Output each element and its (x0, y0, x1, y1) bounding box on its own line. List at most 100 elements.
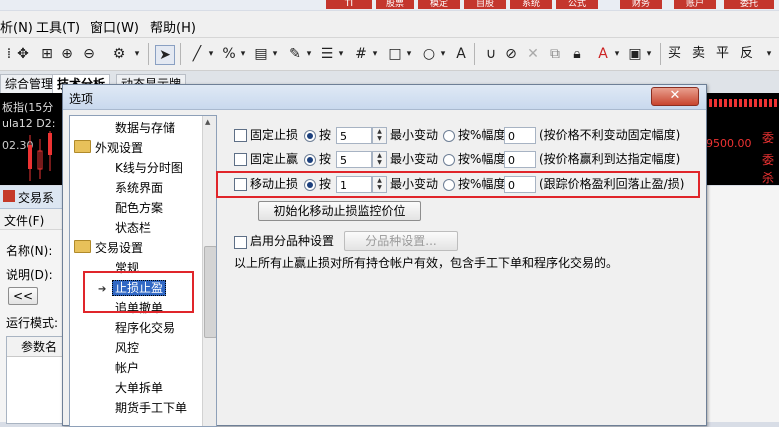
by-ticks-radio[interactable] (304, 179, 316, 191)
tree-item-kline[interactable]: K线与分时图 (115, 160, 183, 176)
menu-file[interactable]: 文件(F) (4, 212, 44, 229)
chevron-down-icon[interactable]: ▾ (760, 45, 778, 63)
tree-item-risk-control[interactable]: 风控 (115, 340, 139, 356)
by-label: 按 (319, 177, 332, 191)
variety-settings-button[interactable]: 分品种设置... (344, 231, 458, 251)
tree-item-color-scheme[interactable]: 配色方案 (115, 200, 163, 216)
sell-button[interactable]: 卖 (692, 45, 705, 63)
scroll-up-icon[interactable]: ▲ (205, 118, 210, 126)
percent-input[interactable]: 0 (504, 176, 536, 193)
chevron-down-icon[interactable]: ▾ (202, 45, 220, 63)
crosshair-icon[interactable]: ⊞ (38, 45, 56, 63)
folder-icon (74, 140, 91, 153)
name-label: 名称(N): (6, 244, 53, 258)
cursor-arrow-icon[interactable]: ➤ (155, 45, 175, 65)
delete-icon[interactable]: ✕ (524, 45, 542, 63)
menu-analysis[interactable]: 析(N) (0, 17, 33, 36)
buy-button[interactable]: 买 (668, 45, 681, 63)
parameter-column-header[interactable]: 参数名 (7, 337, 63, 357)
tree-item-data-storage[interactable]: 数据与存储 (115, 120, 175, 136)
top-button-4[interactable]: 系统 (510, 0, 552, 9)
close-button[interactable]: ✕ (651, 87, 699, 106)
highlight-box-tree (83, 271, 194, 313)
by-percent-radio[interactable] (443, 179, 455, 191)
chevron-down-icon[interactable]: ▾ (234, 45, 252, 63)
fixed-take-profit-checkbox[interactable] (234, 153, 247, 166)
close-position-button[interactable]: 平 (716, 45, 729, 63)
ticks-input[interactable]: 1 (336, 176, 372, 193)
menu-help[interactable]: 帮助(H) (150, 17, 196, 36)
chevron-down-icon[interactable]: ▾ (366, 45, 384, 63)
chevron-down-icon[interactable]: ▾ (640, 45, 658, 63)
back-button[interactable]: << (8, 287, 38, 305)
trading-window-title: 交易系 (18, 191, 55, 205)
top-button-6[interactable]: 财务 (620, 0, 662, 9)
by-percent-radio[interactable] (443, 154, 455, 166)
link-icon[interactable]: ⊘ (502, 45, 520, 63)
chevron-down-icon[interactable]: ▾ (266, 45, 284, 63)
top-button-5[interactable]: 公式 (556, 0, 598, 9)
top-button-2[interactable]: 模定 (418, 0, 460, 9)
top-button-ti[interactable]: TI (326, 0, 372, 9)
init-trailing-stop-button[interactable]: 初始化移动止损监控价位 (258, 201, 421, 221)
fixed-stop-loss-label: 固定止损 (250, 128, 299, 142)
ticks-spinner[interactable]: ▲ ▼ (372, 176, 387, 193)
fixed-stop-loss-checkbox[interactable] (234, 129, 247, 142)
chevron-down-icon[interactable]: ▾ (332, 45, 350, 63)
chevron-down-icon[interactable]: ▾ (300, 45, 318, 63)
tree-folder-appearance[interactable]: 外观设置 (74, 140, 143, 156)
gear-icon[interactable]: ⚙ (110, 45, 128, 63)
tree-item-account[interactable]: 帐户 (115, 360, 139, 376)
close-icon: ✕ (669, 88, 681, 103)
magnet-icon[interactable]: ∪ (482, 45, 500, 63)
tree-item-system-ui[interactable]: 系统界面 (115, 180, 163, 196)
lock-icon[interactable]: 🔒︎ (568, 45, 586, 63)
ticks-spinner[interactable]: ▲ ▼ (372, 151, 387, 168)
chart-title: 板指(15分 (2, 101, 54, 114)
reverse-button[interactable]: 反 (740, 45, 753, 63)
chart-right: 9500.00 委 委 杀 (704, 93, 779, 185)
options-dialog: 选项 ✕ 数据与存储 外观设置 K线与分时图 系统界面 配色方案 状态栏 交易设… (62, 84, 707, 427)
trailing-stop-label: 移动止损 (250, 177, 299, 191)
move-icon[interactable]: ✥ (14, 45, 32, 63)
tab-overview[interactable]: 综合管理 (0, 74, 59, 94)
top-button-3[interactable]: 自股 (464, 0, 506, 9)
by-label: 按 (319, 152, 332, 166)
by-ticks-radio[interactable] (304, 154, 316, 166)
tree-item-status-bar[interactable]: 状态栏 (115, 220, 151, 236)
top-button-7[interactable]: 账户 (674, 0, 716, 9)
ticks-input[interactable]: 5 (336, 151, 372, 168)
trailing-stop-checkbox[interactable] (234, 178, 247, 191)
zoom-out-icon[interactable]: ⊖ (80, 45, 98, 63)
chevron-down-icon[interactable]: ▾ (400, 45, 418, 63)
ticks-spinner[interactable]: ▲ ▼ (372, 127, 387, 144)
percent-input[interactable]: 0 (504, 127, 536, 144)
variety-settings-checkbox[interactable] (234, 236, 247, 249)
description-label: 说明(D): (6, 268, 53, 282)
by-ticks-radio[interactable] (304, 130, 316, 142)
min-change-label: 最小变动 (390, 128, 439, 142)
candle (28, 145, 32, 169)
by-percent-radio[interactable] (443, 130, 455, 142)
scrollbar-thumb[interactable] (204, 246, 216, 338)
chevron-down-icon[interactable]: ▾ (128, 45, 146, 63)
menu-tools[interactable]: 工具(T) (36, 17, 80, 36)
top-button-8[interactable]: 委托 (724, 0, 774, 9)
tree-folder-trading[interactable]: 交易设置 (74, 240, 143, 256)
toolbar-separator (148, 43, 149, 65)
candle (48, 133, 52, 155)
text-tool-icon[interactable]: A (452, 45, 470, 63)
chevron-down-icon[interactable]: ▾ (608, 45, 626, 63)
tree-item-futures-manual[interactable]: 期货手工下单 (115, 400, 187, 416)
chevron-down-icon[interactable]: ▾ (434, 45, 452, 63)
copy-icon[interactable]: ⧉ (546, 45, 564, 63)
top-button-stock[interactable]: 股票 (376, 0, 414, 9)
tree-item-program-trading[interactable]: 程序化交易 (115, 320, 175, 336)
ticks-input[interactable]: 5 (336, 127, 372, 144)
tree-item-big-order-split[interactable]: 大单拆单 (115, 380, 163, 396)
fixed-take-profit-label: 固定止赢 (250, 152, 299, 166)
tree-scrollbar[interactable]: ▲ (202, 116, 216, 426)
zoom-in-icon[interactable]: ⊕ (58, 45, 76, 63)
percent-input[interactable]: 0 (504, 151, 536, 168)
menu-window[interactable]: 窗口(W) (90, 17, 139, 36)
